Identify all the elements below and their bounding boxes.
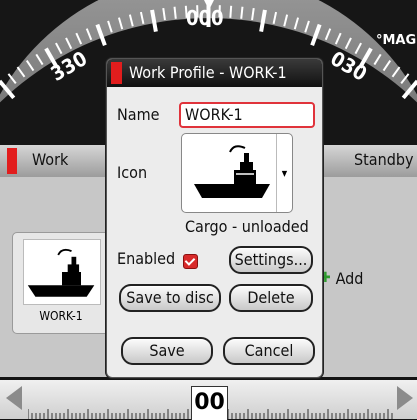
add-label: Add	[336, 269, 364, 288]
name-label: Name	[117, 105, 159, 124]
cargo-ship-icon	[23, 239, 101, 305]
compass-tick	[175, 7, 176, 19]
work-profile-dialog: Work Profile - WORK-1 Name WORK-1 Icon ▾…	[106, 58, 323, 378]
name-field[interactable]: WORK-1	[179, 102, 315, 128]
dialog-title-bar: Work Profile - WORK-1	[107, 59, 322, 87]
profile-tile-label: WORK-1	[13, 309, 109, 323]
cancel-button[interactable]: Cancel	[223, 337, 315, 365]
rudder-value: 00	[191, 386, 228, 420]
magnetic-reference-label: °MAG	[376, 33, 416, 48]
save-button[interactable]: Save	[121, 337, 213, 365]
icon-label: Icon	[117, 163, 147, 182]
rudder-strip: 00	[0, 380, 417, 419]
active-mode-label: Work	[32, 150, 68, 169]
compass-tick	[230, 6, 231, 18]
compass-tick	[241, 7, 242, 19]
profile-tile-work-1[interactable]: WORK-1	[12, 232, 110, 334]
standby-button[interactable]: Standby	[354, 150, 414, 169]
title-indicator	[111, 62, 122, 84]
enabled-checkbox[interactable]	[183, 254, 198, 269]
enabled-label: Enabled	[117, 249, 175, 268]
add-profile-button[interactable]: ✚ Add	[320, 248, 380, 308]
rudder-left-arrow-icon[interactable]	[6, 386, 22, 410]
dialog-title: Work Profile - WORK-1	[129, 59, 287, 87]
chevron-down-icon[interactable]: ▾	[276, 134, 292, 212]
icon-caption: Cargo - unloaded	[185, 217, 309, 236]
settings-button[interactable]: Settings...	[229, 246, 313, 274]
icon-selector[interactable]: ▾	[181, 133, 293, 213]
cargo-ship-icon	[192, 140, 272, 204]
rudder-right-arrow-icon[interactable]	[397, 386, 413, 410]
save-to-disc-button[interactable]: Save to disc	[119, 284, 221, 312]
delete-button[interactable]: Delete	[229, 284, 313, 312]
active-indicator	[7, 148, 17, 174]
heading-000-label: 000	[186, 6, 224, 30]
